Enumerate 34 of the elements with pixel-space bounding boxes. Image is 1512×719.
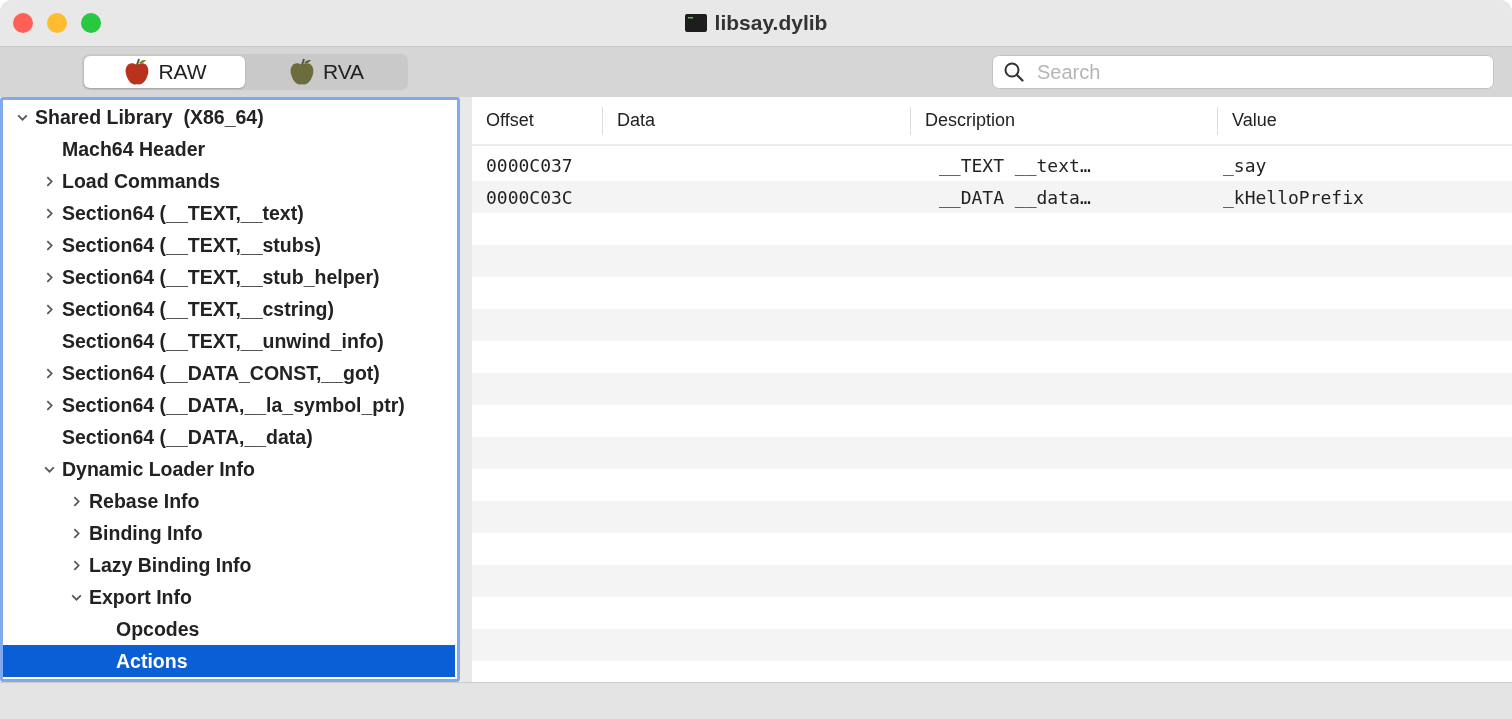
tree-item[interactable]: Section64 (__TEXT,__text) [3, 197, 455, 229]
column-header[interactable]: Value [1217, 106, 1512, 135]
table-cell-text: _kHelloPrefix [1222, 186, 1365, 208]
mode-tab[interactable]: RAW [84, 56, 245, 88]
column-header[interactable]: Offset [472, 106, 602, 135]
tree-item[interactable]: Binding Info [3, 517, 455, 549]
tree-item[interactable]: Rebase Info [3, 485, 455, 517]
tree-item[interactable]: Section64 (__DATA,__data) [3, 421, 455, 453]
tree-item[interactable]: Section64 (__TEXT,__cstring) [3, 293, 455, 325]
table-cell-text: __DATA __data… [938, 186, 1092, 208]
tree-item[interactable]: Section64 (__DATA_CONST,__got) [3, 357, 455, 389]
column-header[interactable]: Data [602, 106, 910, 135]
column-header[interactable]: Description [910, 106, 1217, 135]
tree-item[interactable]: Section64 (__DATA,__la_symbol_ptr) [3, 389, 455, 421]
tree-item[interactable]: Load Commands [3, 165, 455, 197]
mode-tab[interactable]: RVA [245, 56, 406, 88]
tree-item[interactable]: Export Info [3, 581, 455, 613]
table-cell-text: 0000C03C [485, 186, 574, 208]
table-cell-text: _say [1222, 154, 1268, 176]
tree-item[interactable]: Actions [3, 645, 455, 677]
table-cell-text: 0000C037 [485, 154, 574, 176]
window-title: libsay.dylib [714, 11, 828, 35]
tree-item[interactable]: Opcodes [3, 613, 455, 645]
tree-item[interactable]: Section64 (__TEXT,__stub_helper) [3, 261, 455, 293]
tree-item[interactable]: Mach64 Header [3, 133, 455, 165]
table-cell-text: __TEXT __text… [938, 154, 1092, 176]
search-field[interactable]: Search [992, 55, 1494, 89]
tree-item[interactable]: Shared Library (X86_64) [3, 101, 455, 133]
tree-item[interactable]: Section64 (__TEXT,__stubs) [3, 229, 455, 261]
terminal-icon [684, 14, 707, 32]
tree-item[interactable]: Section64 (__TEXT,__unwind_info) [3, 325, 455, 357]
tree-item[interactable]: Dynamic Loader Info [3, 453, 455, 485]
tree-item[interactable]: Lazy Binding Info [3, 549, 455, 581]
search-icon [1004, 62, 1024, 82]
